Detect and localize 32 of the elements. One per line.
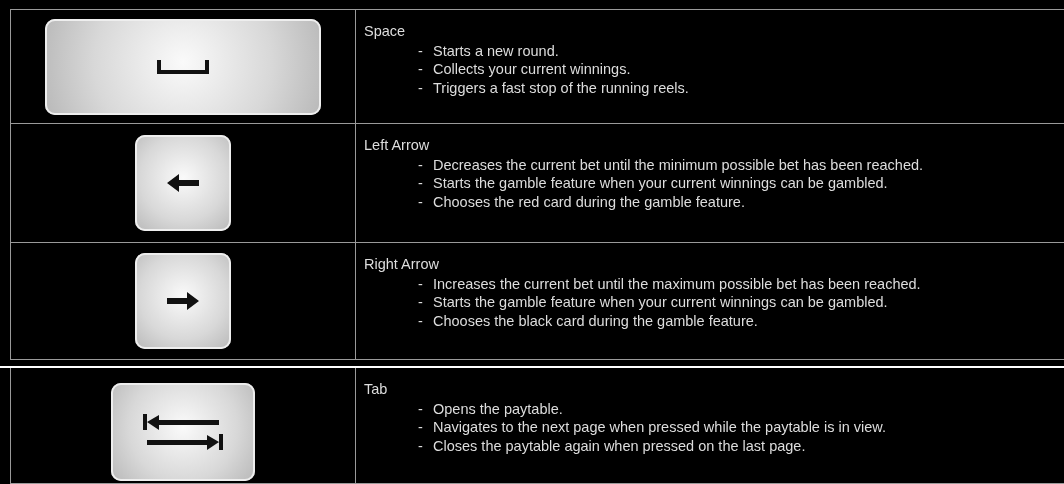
key-name: Space [364, 22, 407, 41]
arrow-left-icon [167, 174, 199, 192]
description-text: Increases the current bet until the maximum possible bet has been reached. [433, 274, 921, 293]
bullet-dash: - [418, 192, 424, 211]
description-text: Chooses the red card during the gamble feature. [433, 192, 745, 211]
bullet-dash: - [418, 174, 424, 193]
description-text: Chooses the black card during the gamble feature. [433, 311, 758, 330]
bullet-dash: - [418, 311, 424, 330]
bullet-dash: - [418, 78, 424, 97]
key-name: Right Arrow [364, 255, 440, 274]
bullet-dash: - [418, 41, 424, 60]
description-text: Collects your current winnings. [433, 60, 631, 79]
key-name: Tab [364, 380, 389, 399]
space-icon [157, 59, 209, 74]
tab-arrows-icon [143, 413, 223, 450]
key-name: Left Arrow [364, 136, 431, 155]
description-text: Triggers a fast stop of the running reels. [433, 78, 689, 97]
description-text: Closes the paytable again when pressed on the last page. [433, 436, 806, 455]
bullet-dash: - [418, 418, 424, 437]
bullet-dash: - [418, 155, 424, 174]
bullet-dash: - [418, 399, 424, 418]
description-text: Starts a new round. [433, 41, 559, 60]
bullet-dash: - [418, 436, 424, 455]
bullet-dash: - [418, 293, 424, 312]
bullet-dash: - [418, 274, 424, 293]
description-text: Navigates to the next page when pressed while the paytable is in view. [433, 418, 886, 437]
arrow-right-icon [167, 292, 199, 310]
bullet-dash: - [418, 60, 424, 79]
description-text: Decreases the current bet until the minimum possible bet has been reached. [433, 155, 924, 174]
description-text: Starts the gamble feature when your current winnings can be gambled. [433, 174, 888, 193]
description-text: Starts the gamble feature when your current winnings can be gambled. [433, 293, 888, 312]
description-text: Opens the paytable. [433, 399, 563, 418]
